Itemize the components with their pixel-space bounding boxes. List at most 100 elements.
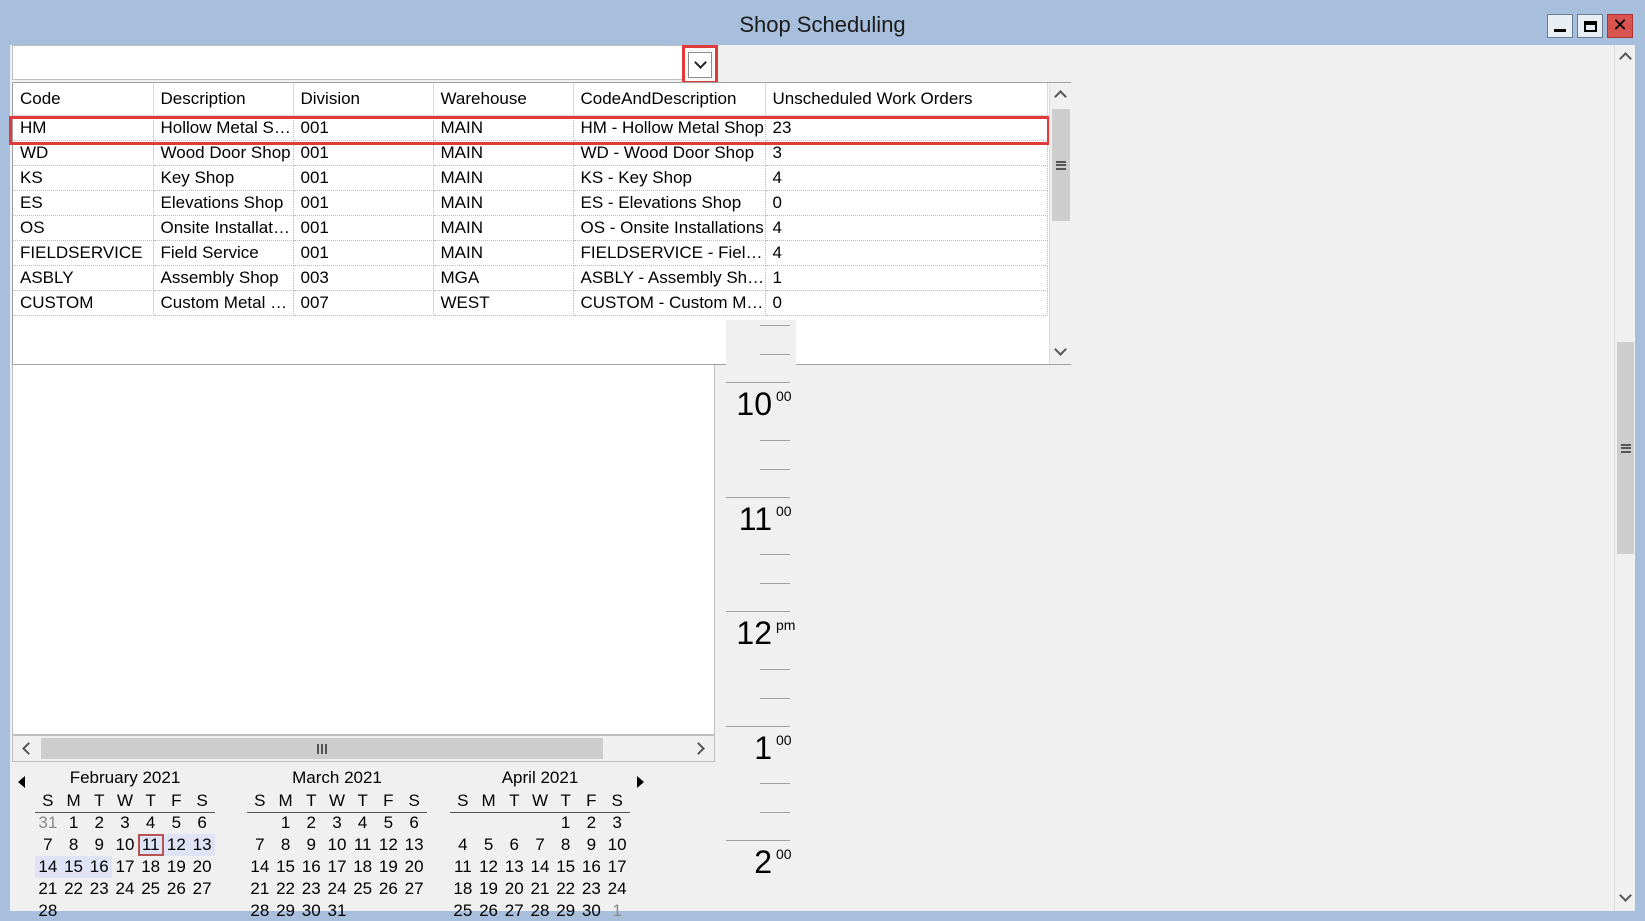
calendar-day[interactable]: 30 — [298, 900, 324, 921]
calendar-prev-month-icon[interactable] — [18, 776, 25, 788]
horizontal-scroll-thumb[interactable] — [41, 738, 603, 759]
calendar-day[interactable]: 18 — [450, 878, 476, 900]
calendar-day[interactable]: 25 — [350, 878, 376, 900]
grid-vertical-scrollbar[interactable] — [1049, 83, 1071, 364]
calendar-day[interactable]: 25 — [450, 900, 476, 921]
calendar-day[interactable]: 5 — [476, 834, 502, 856]
calendar-day[interactable]: 4 — [350, 812, 376, 834]
calendar-day[interactable]: 3 — [112, 812, 138, 834]
calendar-day[interactable]: 17 — [324, 856, 350, 878]
schedule-scroll-thumb[interactable] — [1617, 342, 1634, 554]
calendar-day[interactable]: 28 — [247, 900, 273, 921]
scroll-up-button[interactable] — [1050, 83, 1071, 105]
calendar-day[interactable]: 22 — [273, 878, 299, 900]
calendar-day[interactable]: 12 — [476, 856, 502, 878]
column-header[interactable]: Code — [13, 83, 154, 116]
calendar-day[interactable]: 1 — [61, 812, 87, 834]
calendar-day[interactable]: 27 — [501, 900, 527, 921]
calendar-day[interactable]: 4 — [138, 812, 164, 834]
schedule-vertical-scrollbar[interactable] — [1614, 45, 1635, 911]
calendar-day[interactable]: 8 — [61, 834, 87, 856]
column-header[interactable]: CodeAndDescription — [573, 83, 766, 116]
calendar-day[interactable]: 5 — [164, 812, 190, 834]
calendar-day[interactable]: 21 — [247, 878, 273, 900]
calendar-day[interactable]: 9 — [86, 834, 112, 856]
calendar-day[interactable]: 6 — [501, 834, 527, 856]
table-row[interactable]: CUSTOM Custom Metal sh... 007 WEST CUSTOM - … — [13, 290, 1048, 316]
shop-combo-input[interactable] — [12, 45, 715, 80]
calendar-day[interactable]: 19 — [164, 856, 190, 878]
calendar-day[interactable]: 3 — [324, 812, 350, 834]
calendar-day[interactable]: 7 — [527, 834, 553, 856]
table-row[interactable]: ES Elevations Shop 001 MAIN ES - Elevations … — [13, 190, 1048, 216]
calendar-day[interactable]: 26 — [476, 900, 502, 921]
calendar-day[interactable]: 23 — [298, 878, 324, 900]
maximize-button[interactable] — [1577, 14, 1603, 38]
calendar-day[interactable]: 14 — [35, 856, 61, 878]
calendar-day[interactable]: 22 — [61, 878, 87, 900]
calendar-day[interactable]: 7 — [35, 834, 61, 856]
calendar-day[interactable]: 17 — [604, 856, 630, 878]
calendar-day[interactable]: 2 — [298, 812, 324, 834]
column-header[interactable]: Division — [293, 83, 434, 116]
calendar-day[interactable]: 1 — [553, 812, 579, 834]
calendar-day[interactable]: 6 — [401, 812, 427, 834]
table-row[interactable]: KS Key Shop 001 MAIN KS - Key Shop 4 — [13, 165, 1048, 191]
calendar-day[interactable]: 24 — [324, 878, 350, 900]
calendar-day[interactable]: 26 — [164, 878, 190, 900]
table-row[interactable]: WD Wood Door Shop 001 MAIN WD - Wood Door Sh… — [13, 140, 1048, 166]
calendar-day[interactable]: 6 — [189, 812, 215, 834]
calendar-day[interactable]: 16 — [86, 856, 113, 878]
calendar-day[interactable]: 11 — [137, 834, 164, 856]
calendar-day[interactable]: 15 — [273, 856, 299, 878]
table-row[interactable]: OS Onsite Installatio... 001 MAIN OS - Onsit… — [13, 215, 1048, 241]
calendar-day[interactable]: 26 — [376, 878, 402, 900]
calendar-day[interactable]: 8 — [273, 834, 299, 856]
calendar-day[interactable]: 29 — [273, 900, 299, 921]
calendar-day[interactable]: 12 — [376, 834, 402, 856]
calendar-day[interactable]: 5 — [376, 812, 402, 834]
calendar-day[interactable]: 3 — [604, 812, 630, 834]
column-header[interactable]: Unscheduled Work Orders — [765, 83, 1048, 116]
calendar-day[interactable]: 15 — [60, 856, 87, 878]
calendar-day[interactable]: 16 — [298, 856, 324, 878]
calendar-day[interactable]: 31 — [35, 812, 61, 834]
calendar-day[interactable]: 14 — [527, 856, 553, 878]
calendar-day[interactable]: 7 — [247, 834, 273, 856]
column-header[interactable]: Warehouse — [433, 83, 574, 116]
calendar-day[interactable]: 10 — [604, 834, 630, 856]
calendar-day[interactable]: 22 — [553, 878, 579, 900]
scroll-left-button[interactable] — [13, 736, 39, 761]
calendar-day[interactable]: 13 — [401, 834, 427, 856]
calendar-day[interactable]: 23 — [579, 878, 605, 900]
scroll-down-button[interactable] — [1050, 341, 1071, 363]
calendar-day[interactable]: 4 — [450, 834, 476, 856]
shop-combo-dropdown-button[interactable] — [682, 45, 718, 84]
calendar-day[interactable]: 24 — [604, 878, 630, 900]
calendar-day[interactable]: 19 — [476, 878, 502, 900]
horizontal-scrollbar[interactable] — [12, 735, 715, 762]
calendar-day[interactable]: 19 — [376, 856, 402, 878]
calendar-day[interactable]: 11 — [350, 834, 376, 856]
calendar-day[interactable]: 30 — [579, 900, 605, 921]
calendar-day[interactable]: 2 — [86, 812, 112, 834]
calendar-day[interactable]: 24 — [112, 878, 138, 900]
calendar-day[interactable]: 8 — [553, 834, 579, 856]
calendar-day[interactable]: 1 — [604, 900, 630, 921]
calendar-day[interactable]: 14 — [247, 856, 273, 878]
calendar-day[interactable]: 13 — [189, 834, 215, 856]
close-button[interactable]: ✕ — [1607, 14, 1633, 38]
calendar-day[interactable]: 27 — [401, 878, 427, 900]
calendar-day[interactable]: 18 — [138, 856, 164, 878]
calendar-day[interactable]: 10 — [112, 834, 138, 856]
calendar-day[interactable]: 29 — [553, 900, 579, 921]
calendar-day[interactable]: 9 — [298, 834, 324, 856]
schedule-scroll-down-button[interactable] — [1615, 887, 1635, 909]
table-row[interactable]: FIELDSERVICE Field Service 001 MAIN FIELDSER… — [13, 240, 1048, 266]
table-row[interactable]: HM Hollow Metal Sh... 001 MAIN HM - Hollow M… — [13, 115, 1048, 141]
calendar-day[interactable]: 20 — [401, 856, 427, 878]
calendar-day[interactable]: 13 — [501, 856, 527, 878]
calendar-day[interactable]: 10 — [324, 834, 350, 856]
calendar-day[interactable]: 25 — [138, 878, 164, 900]
calendar-day[interactable]: 9 — [579, 834, 605, 856]
